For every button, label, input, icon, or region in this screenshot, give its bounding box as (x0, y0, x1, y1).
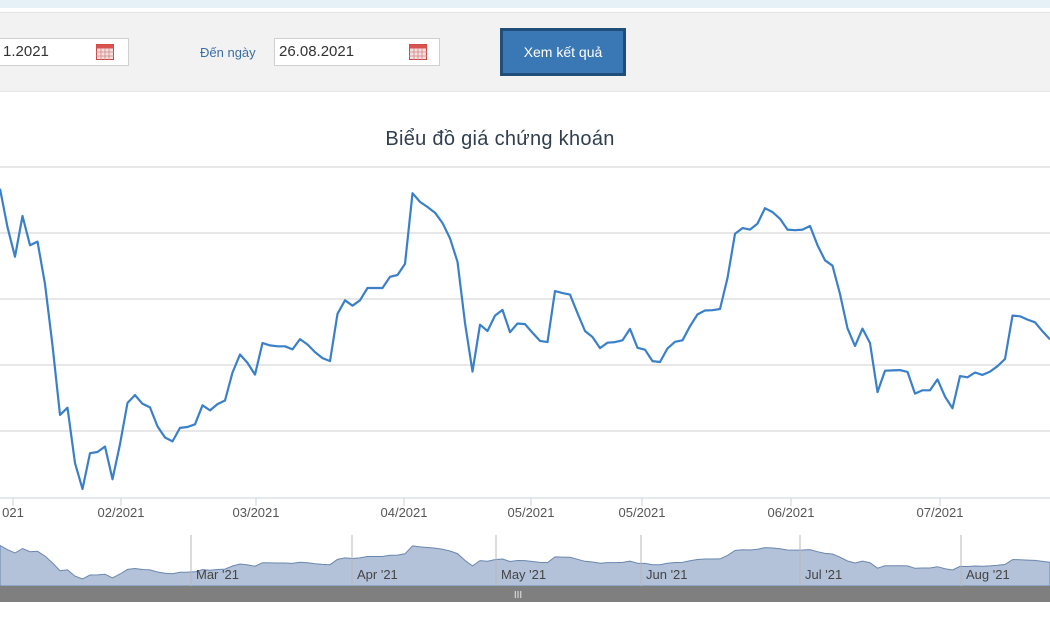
x-tick-label: 021 (2, 505, 24, 520)
price-chart: 021 02/2021 03/2021 04/2021 05/2021 05/2021 06… (0, 166, 1050, 602)
scrollbar-thumb[interactable] (0, 586, 1050, 602)
x-tick-label: 07/2021 (917, 505, 964, 520)
navigator-label: May '21 (501, 567, 546, 582)
navigator-label: Mar '21 (196, 567, 239, 582)
navigator-label: Aug '21 (966, 567, 1010, 582)
x-tick-label: 03/2021 (233, 505, 280, 520)
scrollbar-grip-icon: III (514, 590, 522, 601)
scrollbar[interactable]: III (0, 586, 1050, 602)
navigator-label: Apr '21 (357, 567, 398, 582)
x-tick-label: 04/2021 (381, 505, 428, 520)
navigator[interactable]: Mar '21 Apr '21 May '21 Jun '21 Jul '21 Aug '… (0, 535, 1050, 587)
x-tick-label: 06/2021 (768, 505, 815, 520)
x-tick-label: 05/2021 (508, 505, 555, 520)
navigator-label: Jun '21 (646, 567, 688, 582)
x-tick-label: 02/2021 (98, 505, 145, 520)
price-line (0, 188, 1050, 491)
navigator-label: Jul '21 (805, 567, 842, 582)
x-tick-label: 05/2021 (619, 505, 666, 520)
